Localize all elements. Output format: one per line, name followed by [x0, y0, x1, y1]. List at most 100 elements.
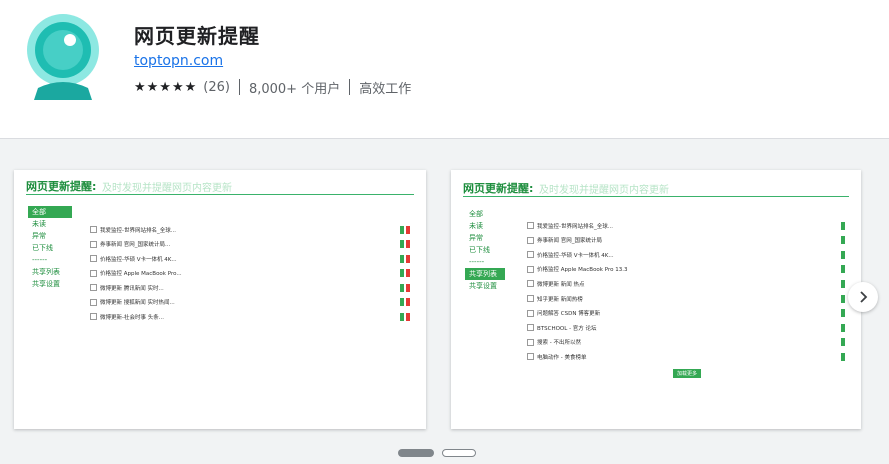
row-delete-button[interactable]: [406, 225, 410, 234]
row-checkbox[interactable]: [527, 338, 534, 346]
sidebar-item[interactable]: 共享列表: [28, 266, 72, 278]
row-action-button[interactable]: [400, 225, 404, 234]
row-title: 价格监控 Apple MacBook Pro...: [100, 271, 182, 277]
list-row[interactable]: 知乎更新 新闻热榜: [527, 293, 845, 304]
carousel-next-button[interactable]: [848, 282, 878, 312]
row-action-button[interactable]: [400, 298, 404, 306]
sidebar-item[interactable]: 未读: [28, 218, 72, 230]
row-checkbox[interactable]: [527, 280, 534, 288]
list-row[interactable]: 微博更新 搜狐新闻 实时热闻...: [90, 297, 410, 308]
rating-stars: ★★★★★: [134, 79, 198, 95]
row-action-button[interactable]: [400, 312, 404, 321]
extension-title: 网页更新提醒: [134, 24, 260, 48]
row-delete-button[interactable]: [406, 312, 410, 321]
user-count: 8,000+ 个用户: [248, 81, 341, 97]
list-row[interactable]: 问题解答 CSDN 博客更新: [527, 308, 845, 319]
list-row[interactable]: 电脑动作 - 美食榜单: [527, 351, 845, 362]
row-title: 我爱监控-世界网站排名_全球...: [537, 223, 613, 230]
row-checkbox[interactable]: [90, 240, 97, 248]
sidebar-item[interactable]: 共享设置: [28, 278, 72, 290]
sidebar-item[interactable]: 全部: [28, 206, 72, 218]
category-label[interactable]: 高效工作: [359, 78, 411, 97]
row-action-button[interactable]: [841, 250, 845, 259]
row-checkbox[interactable]: [527, 324, 534, 332]
row-checkbox[interactable]: [90, 313, 97, 320]
shot-title: 网页更新提醒:: [463, 182, 534, 195]
row-title: BTSCHOOL - 官方 论坛: [537, 325, 597, 332]
meta-divider: [238, 79, 240, 95]
row-action-button[interactable]: [841, 279, 845, 288]
row-action-button[interactable]: [841, 352, 845, 361]
carousel-dot-2[interactable]: [442, 449, 476, 457]
sidebar-item[interactable]: 异常: [465, 232, 505, 244]
sidebar-item[interactable]: ------: [28, 254, 72, 266]
row-checkbox[interactable]: [90, 284, 97, 291]
row-checkbox[interactable]: [90, 255, 97, 262]
row-checkbox[interactable]: [527, 222, 534, 229]
row-checkbox[interactable]: [527, 251, 534, 259]
extension-header: 网页更新提醒 toptopn.com ★★★★★ (26) 8,000+ 个用户…: [0, 0, 889, 138]
shot-sidebar: 全部 未读 异常 已下线 ------ 共享列表 共享设置: [28, 206, 72, 290]
shot-title-underline: [26, 194, 414, 195]
row-checkbox[interactable]: [90, 226, 97, 233]
list-row[interactable]: 价格监控-华硕 V卡一体机 4K...: [90, 253, 410, 264]
list-row[interactable]: 价格监控 Apple MacBook Pro...: [90, 268, 410, 279]
row-title: 微博更新 腾讯新闻 实时...: [100, 285, 164, 292]
row-checkbox[interactable]: [527, 265, 534, 273]
screenshot-card-2[interactable]: 网页更新提醒: 及时发现并提醒网页内容更新 全部 未读 异常 已下线 ------ 共享列…: [451, 170, 861, 429]
row-checkbox[interactable]: [527, 295, 534, 302]
row-checkbox[interactable]: [527, 309, 534, 317]
row-delete-button[interactable]: [406, 298, 410, 306]
sidebar-item[interactable]: 共享设置: [465, 280, 505, 292]
row-action-button[interactable]: [841, 309, 845, 318]
row-action-button[interactable]: [400, 254, 404, 263]
extension-site-link[interactable]: toptopn.com: [134, 53, 223, 69]
row-delete-button[interactable]: [406, 254, 410, 263]
row-action-button[interactable]: [841, 294, 845, 303]
list-row[interactable]: 价格监控 Apple MacBook Pro 13.3: [527, 264, 845, 275]
sidebar-item[interactable]: 未读: [465, 220, 505, 232]
row-action-button[interactable]: [841, 236, 845, 245]
list-row[interactable]: 微博更新 腾讯新闻 实时...: [90, 282, 410, 293]
row-action-button[interactable]: [400, 269, 404, 277]
shot-subtitle: 及时发现并提醒网页内容更新: [539, 185, 669, 196]
carousel-dot-1[interactable]: [398, 449, 434, 457]
screenshot-card-1[interactable]: 网页更新提醒: 及时发现并提醒网页内容更新 全部 未读 异常 已下线 ------ 共享列…: [14, 170, 426, 429]
list-row[interactable]: 微博更新 新闻 热点: [527, 278, 845, 289]
sidebar-item[interactable]: ------: [465, 256, 505, 268]
row-action-button[interactable]: [841, 323, 845, 332]
list-row[interactable]: 微博更新-社会时事 头条...: [90, 311, 410, 322]
row-action-button[interactable]: [841, 221, 845, 230]
list-row[interactable]: BTSCHOOL - 官方 论坛: [527, 322, 845, 333]
meta-divider: [349, 79, 351, 95]
list-row[interactable]: 价格监控-华硕 V卡一体机 4K...: [527, 249, 845, 260]
extension-meta: ★★★★★ (26) 8,000+ 个用户 高效工作: [134, 77, 411, 97]
row-checkbox[interactable]: [90, 298, 97, 306]
load-more-button[interactable]: 加载更多: [673, 369, 702, 378]
shot-title: 网页更新提醒:: [26, 180, 97, 193]
list-row[interactable]: 我爱监控-世界网站排名_全球...: [527, 220, 845, 231]
row-checkbox[interactable]: [90, 269, 97, 277]
list-row[interactable]: 券事新闻 官网_国家统计局...: [90, 239, 410, 250]
row-title: 微博更新-社会时事 头条...: [100, 314, 164, 321]
list-row[interactable]: 券事新闻 官网_国家统计局: [527, 235, 845, 246]
row-title: 电脑动作 - 美食榜单: [537, 354, 587, 361]
rating-count[interactable]: (26): [203, 80, 230, 95]
sidebar-item[interactable]: 共享列表: [465, 268, 505, 280]
row-checkbox[interactable]: [527, 353, 534, 361]
sidebar-item[interactable]: 已下线: [28, 242, 72, 254]
sidebar-item[interactable]: 全部: [465, 208, 505, 220]
row-action-button[interactable]: [841, 265, 845, 274]
sidebar-item[interactable]: 异常: [28, 230, 72, 242]
list-row[interactable]: 我爱监控-世界网站排名_全球...: [90, 224, 410, 235]
row-delete-button[interactable]: [406, 283, 410, 292]
row-action-button[interactable]: [841, 338, 845, 347]
sidebar-item[interactable]: 已下线: [465, 244, 505, 256]
row-action-button[interactable]: [400, 240, 404, 248]
row-checkbox[interactable]: [527, 236, 534, 244]
list-row[interactable]: 搜索 - 不出所以然: [527, 337, 845, 348]
row-delete-button[interactable]: [406, 240, 410, 248]
row-action-button[interactable]: [400, 283, 404, 292]
row-delete-button[interactable]: [406, 269, 410, 277]
shot-title-underline: [463, 196, 849, 197]
